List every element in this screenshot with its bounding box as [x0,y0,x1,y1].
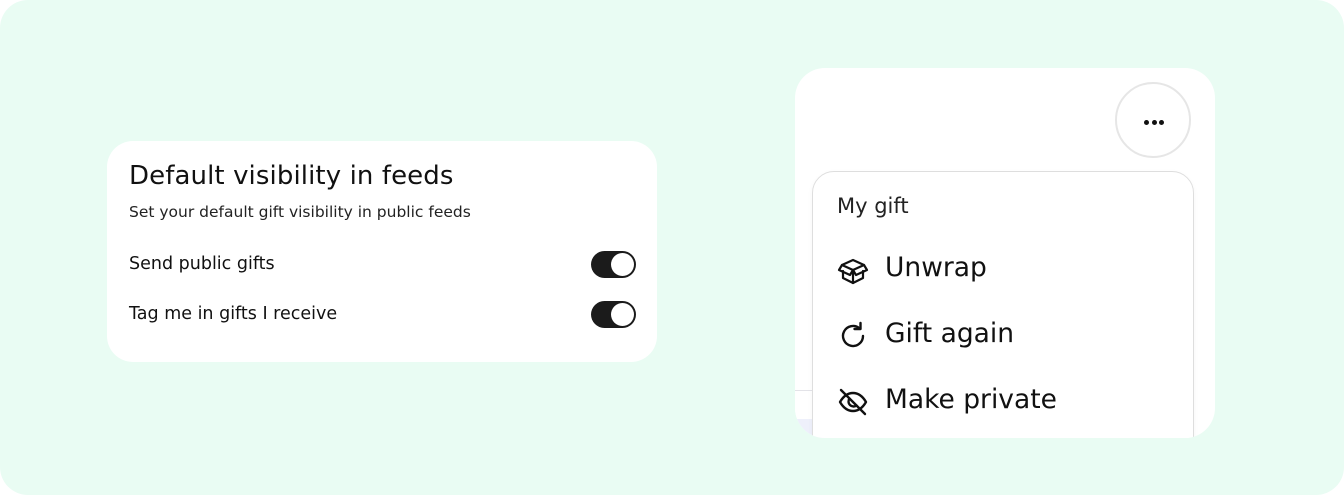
dropdown-header: My gift [837,194,909,218]
more-horizontal-icon [1151,120,1157,125]
toggle-knob [611,253,634,276]
settings-subtitle: Set your default gift visibility in publ… [129,203,471,221]
refresh-icon [841,321,865,348]
gift-dropdown-menu: My gift Unwrap Gift again Make private [812,171,1194,438]
gift-box-icon [837,258,869,285]
menu-item-label: Make private [885,384,1057,415]
menu-item-make-private[interactable]: Make private [837,380,1177,424]
send-public-gifts-toggle[interactable] [591,251,636,278]
more-options-button[interactable] [1115,82,1191,158]
menu-item-unwrap[interactable]: Unwrap [837,248,1177,292]
toggle-knob [611,303,634,326]
tag-me-toggle[interactable] [591,301,636,328]
more-horizontal-icon [1159,120,1164,125]
canvas: Default visibility in feeds Set your def… [0,0,1344,495]
eye-off-icon [838,388,868,416]
settings-title: Default visibility in feeds [129,161,454,191]
gift-panel: My gift Unwrap Gift again Make private [795,68,1215,438]
setting-row-tag-me: Tag me in gifts I receive [129,300,636,330]
setting-label: Tag me in gifts I receive [129,304,338,324]
visibility-settings-card: Default visibility in feeds Set your def… [107,141,657,362]
more-horizontal-icon [1144,120,1149,125]
setting-row-send-public-gifts: Send public gifts [129,250,636,280]
menu-item-gift-again[interactable]: Gift again [837,314,1177,358]
setting-label: Send public gifts [129,254,275,274]
menu-item-label: Unwrap [885,252,987,283]
menu-item-label: Gift again [885,318,1015,349]
